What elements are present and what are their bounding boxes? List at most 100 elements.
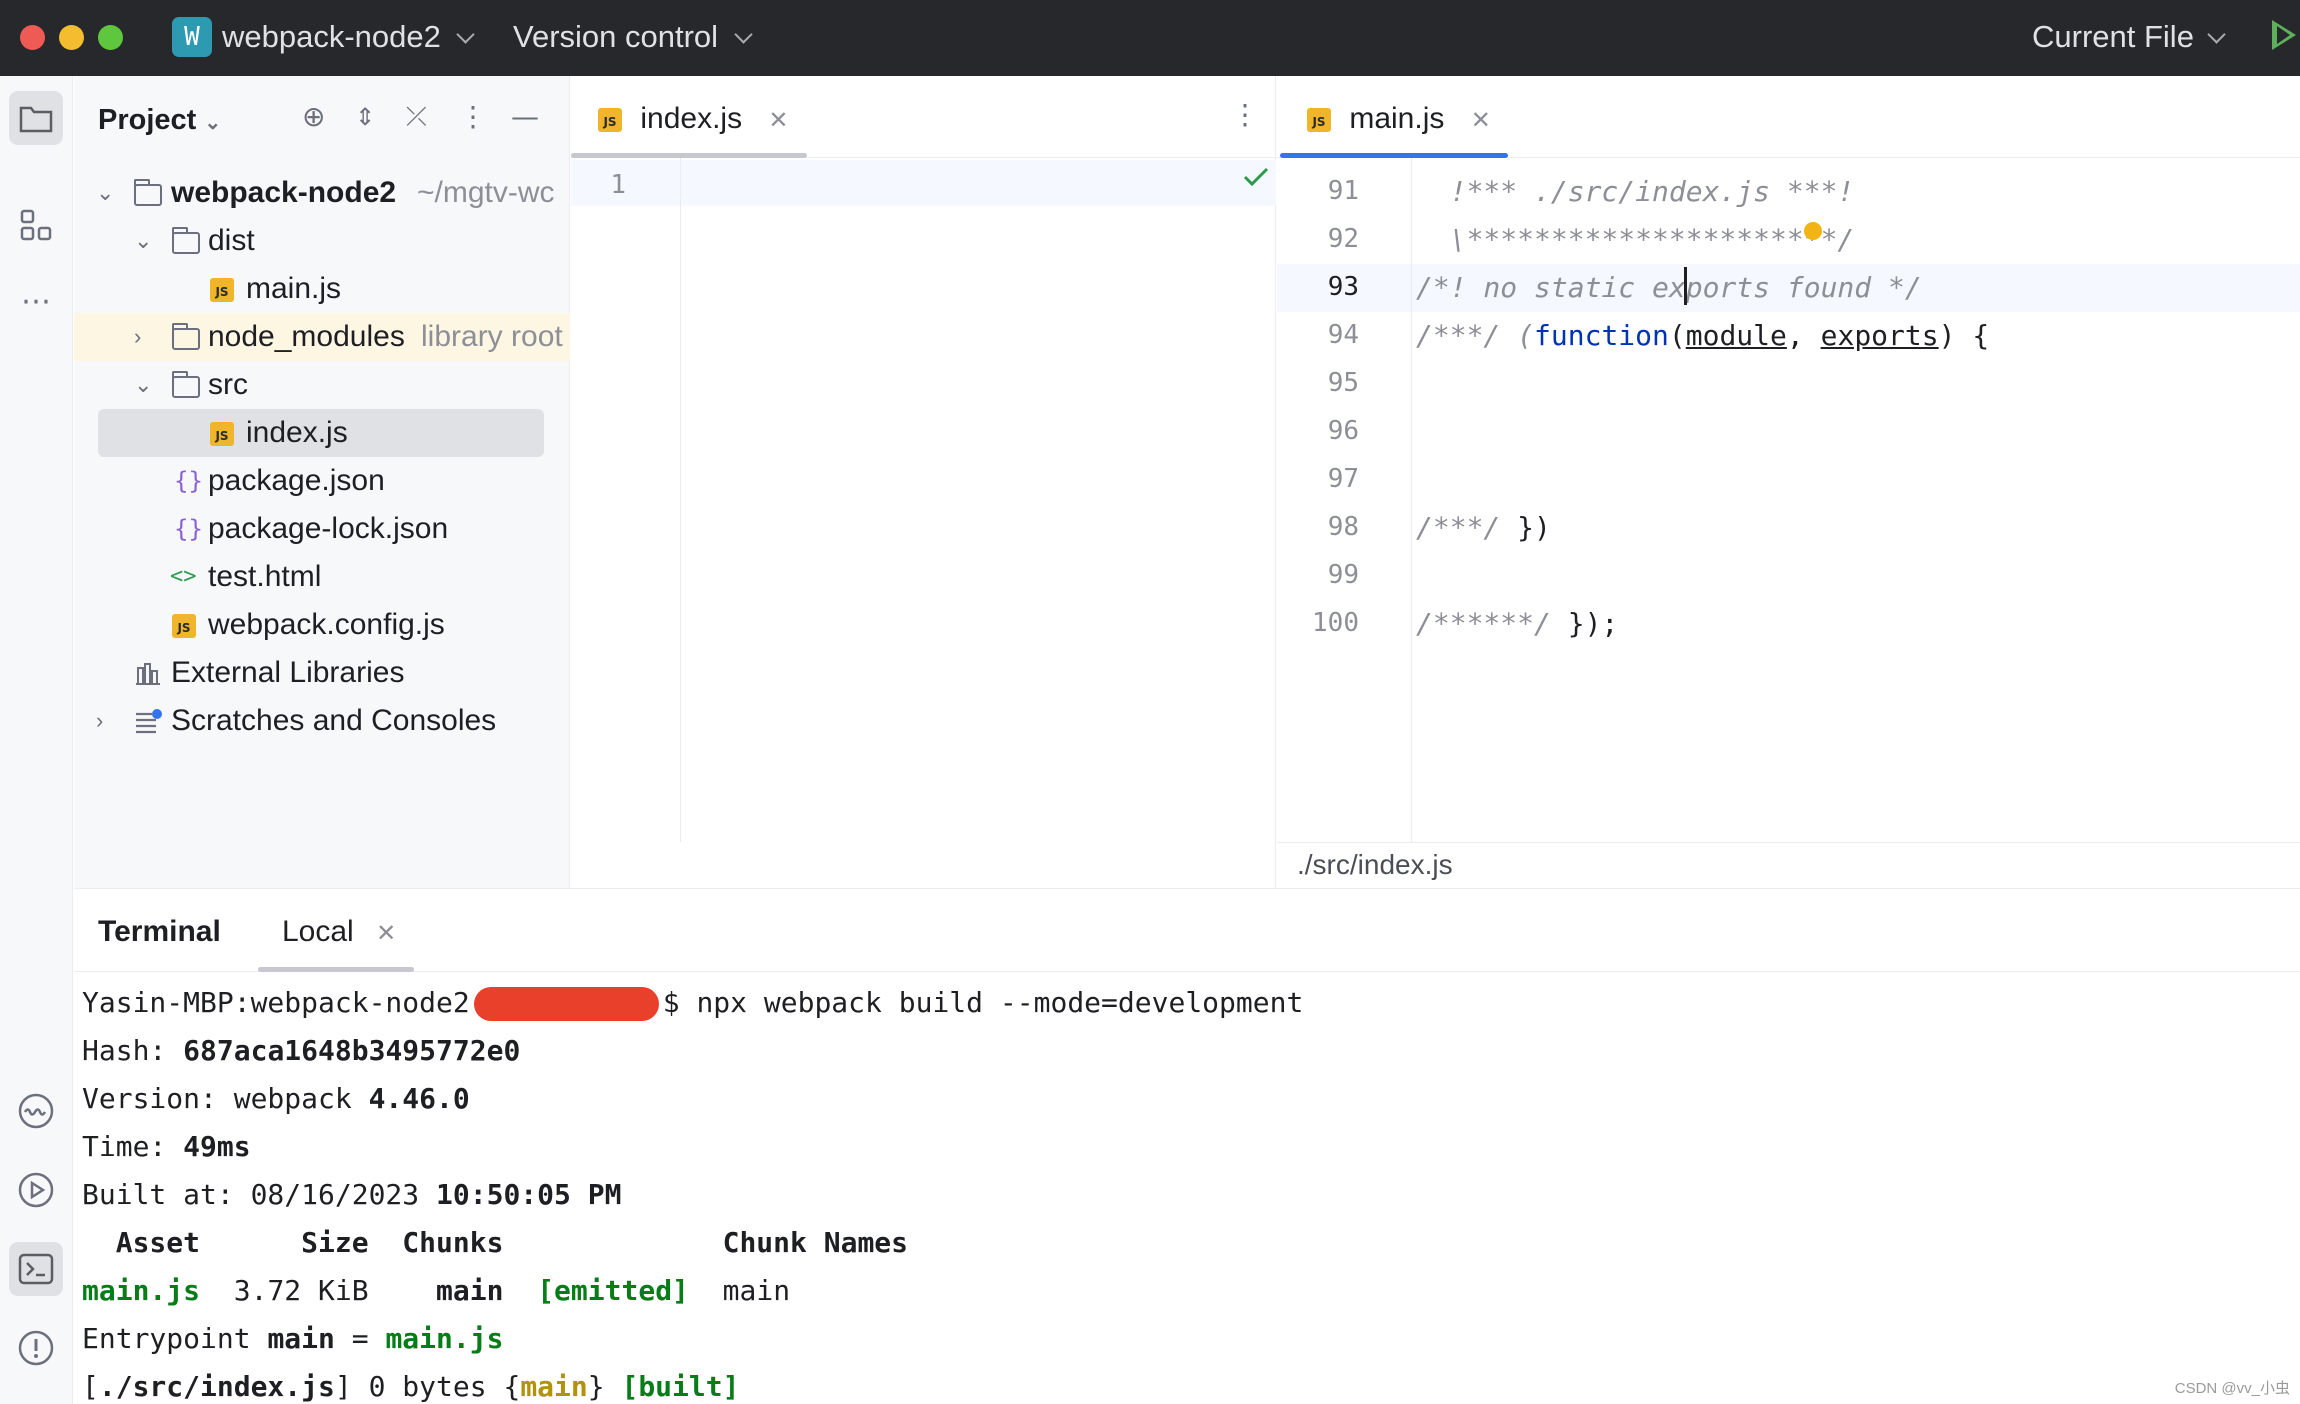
line-number: 1: [610, 170, 626, 200]
check-icon: [1243, 167, 1269, 187]
line-number: 95: [1327, 368, 1359, 398]
js-file-icon: JS: [210, 422, 234, 447]
chevron-right-icon: ›: [96, 708, 104, 733]
project-panel-title[interactable]: Project ⌄: [98, 104, 221, 137]
tree-item-index-js[interactable]: JS index.js: [98, 409, 544, 457]
tab-main-js[interactable]: JS main.js ✕: [1307, 102, 1491, 136]
more-tools-icon[interactable]: ⋯: [9, 274, 63, 328]
structure-icon: [20, 209, 52, 241]
folder-icon: [171, 371, 200, 398]
code-line: \**********************/: [1416, 223, 1855, 256]
line-number: 94: [1327, 320, 1359, 350]
chevron-down-icon: ⌄: [134, 372, 153, 397]
library-icon: [136, 663, 160, 685]
folder-icon: [19, 106, 53, 133]
tab-local[interactable]: Local ✕: [282, 915, 396, 949]
tree-item-label: dist: [208, 224, 255, 257]
run-config-selector[interactable]: Current File: [2032, 19, 2194, 55]
redaction-mark: [473, 987, 659, 1021]
tree-item-webpack-config[interactable]: JS webpack.config.js: [74, 601, 570, 649]
terminal-line-command: Yasin-MBP:webpack-node2 $ npx webpack bui…: [82, 986, 1304, 1021]
expand-all-icon[interactable]: ⇕: [355, 102, 375, 132]
vcs-menu[interactable]: Version control: [513, 19, 718, 55]
tree-item-label: test.html: [208, 560, 322, 593]
editor-tab-bar: JS index.js ✕ ⋮: [571, 76, 1275, 158]
tree-item-label: package.json: [208, 464, 385, 497]
tab-options-icon[interactable]: ⋮: [1231, 100, 1259, 130]
tab-label: main.js: [1349, 102, 1445, 135]
code-line: /***/ (function(module, exports) {: [1416, 319, 1990, 352]
chevron-down-icon[interactable]: [2207, 25, 2226, 44]
close-icon[interactable]: ✕: [376, 920, 396, 947]
tree-item-src[interactable]: ⌄ src: [74, 361, 570, 409]
json-file-icon: {}: [174, 467, 203, 495]
terminal-panel: Terminal Local ✕ Yasin-MBP:webpack-node2…: [74, 888, 2300, 1404]
text-caret: [1684, 267, 1687, 305]
tree-item-external-libraries[interactable]: External Libraries: [74, 649, 570, 697]
js-file-icon: JS: [1307, 108, 1331, 133]
chevron-down-icon: ⌄: [96, 180, 115, 205]
structure-tool-button[interactable]: [9, 198, 63, 252]
tree-item-dist[interactable]: ⌄ dist: [74, 217, 570, 265]
breadcrumb[interactable]: ./src/index.js: [1277, 842, 2300, 888]
close-window-button[interactable]: [20, 25, 45, 50]
code-line: /******/ });: [1416, 607, 1619, 640]
lightbulb-icon[interactable]: [1804, 222, 1822, 240]
tab-label: index.js: [640, 102, 743, 135]
tree-item-package-lock-json[interactable]: {} package-lock.json: [74, 505, 570, 553]
close-icon[interactable]: ✕: [768, 107, 788, 134]
terminal-line: Entrypoint main = main.js: [82, 1322, 504, 1355]
services-icon: [18, 1093, 54, 1129]
tree-item-root[interactable]: ⌄ webpack-node2 ~/mgtv-wc: [74, 169, 570, 217]
zoom-window-button[interactable]: [98, 25, 123, 50]
chevron-down-icon[interactable]: [734, 25, 753, 44]
line-number: 99: [1327, 560, 1359, 590]
locate-icon[interactable]: ⊕: [302, 102, 325, 132]
terminal-tool-button[interactable]: [9, 1242, 63, 1296]
services-tool-button[interactable]: [9, 1084, 63, 1138]
tree-item-label: src: [208, 368, 248, 401]
tree-item-test-html[interactable]: <> test.html: [74, 553, 570, 601]
terminal-line: main.js 3.72 KiB main [emitted] main: [82, 1274, 791, 1307]
tree-item-main-js[interactable]: JS main.js: [74, 265, 570, 313]
terminal-icon: [18, 1253, 54, 1285]
run-tool-button[interactable]: [9, 1163, 63, 1217]
tree-item-hint: library root: [421, 320, 563, 353]
collapse-all-icon[interactable]: ⤫: [406, 102, 427, 132]
terminal-line: [./src/index.js] 0 bytes {main} [built]: [82, 1370, 740, 1403]
chevron-down-icon[interactable]: [456, 25, 475, 44]
tree-item-node-modules[interactable]: › node_modules library root: [74, 313, 570, 361]
terminal-header: Terminal Local ✕: [74, 889, 2300, 972]
tree-item-label: External Libraries: [171, 656, 405, 689]
project-switcher[interactable]: webpack-node2: [222, 19, 441, 55]
terminal-title: Terminal: [98, 915, 221, 948]
close-icon[interactable]: ✕: [1471, 107, 1491, 134]
minimize-window-button[interactable]: [59, 25, 84, 50]
editor-index-js[interactable]: JS index.js ✕ ⋮ 1: [571, 76, 1276, 888]
chevron-down-icon: ⌄: [134, 228, 153, 253]
tree-item-package-json[interactable]: {} package.json: [74, 457, 570, 505]
play-circle-icon: [18, 1172, 54, 1208]
js-file-icon: JS: [210, 278, 234, 303]
js-file-icon: JS: [172, 614, 196, 639]
hide-icon[interactable]: —: [511, 102, 539, 132]
line-number: 92: [1327, 224, 1359, 254]
tree-item-label: index.js: [246, 416, 348, 449]
watermark: CSDN @vv_小虫: [2174, 1380, 2290, 1397]
run-icon[interactable]: [2272, 20, 2296, 50]
tab-index-js[interactable]: JS index.js ✕: [598, 102, 789, 136]
project-badge[interactable]: W: [172, 17, 212, 57]
folder-icon: [171, 227, 200, 254]
editor-main-js[interactable]: JS main.js ✕ 91 92 93 94 95 96 97 98 99 …: [1277, 76, 2300, 888]
project-tool-button[interactable]: [9, 91, 63, 145]
chevron-right-icon: ›: [134, 324, 142, 349]
line-number: 98: [1327, 512, 1359, 542]
problems-tool-button[interactable]: [9, 1321, 63, 1375]
code-line-current: /*! no static exports found */: [1416, 271, 1922, 304]
options-icon[interactable]: ⋮: [459, 102, 487, 132]
chevron-down-icon: ⌄: [204, 112, 222, 134]
title-bar: W webpack-node2 Version control Current …: [0, 0, 2300, 76]
json-file-icon: {}: [174, 515, 203, 543]
tree-item-scratches[interactable]: › Scratches and Consoles: [74, 697, 570, 745]
terminal-line: Asset Size Chunks Chunk Names: [82, 1226, 909, 1259]
